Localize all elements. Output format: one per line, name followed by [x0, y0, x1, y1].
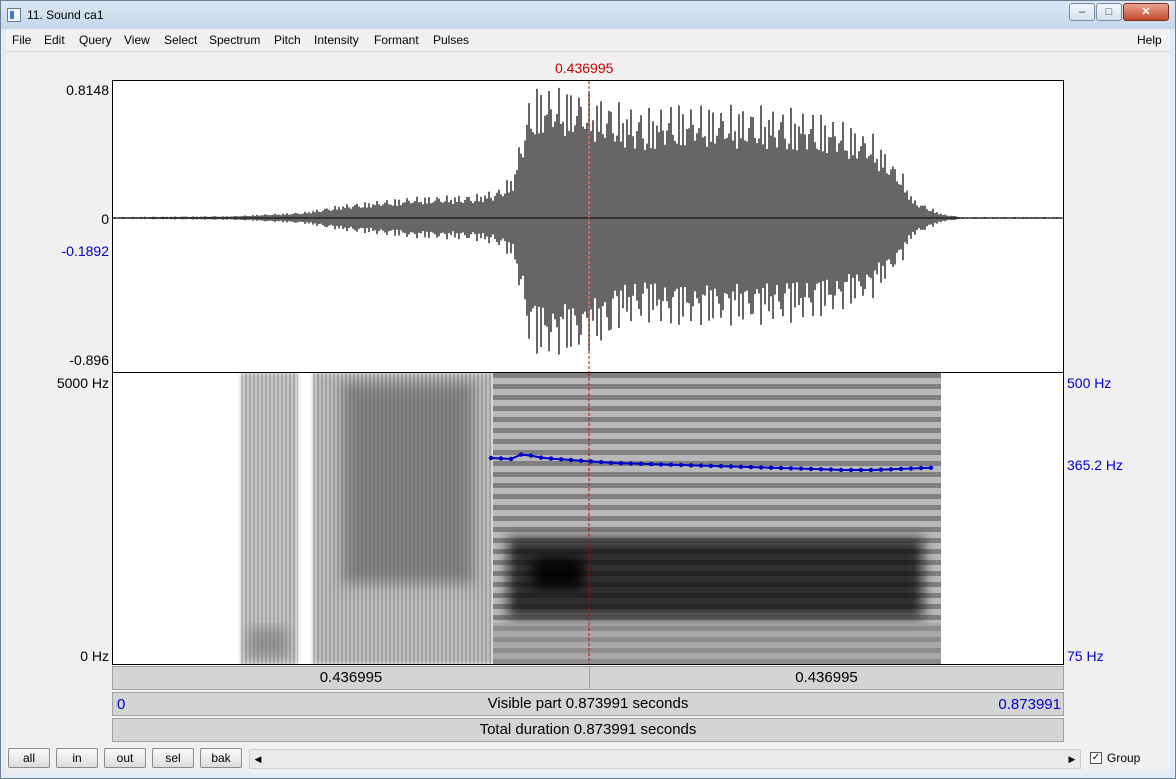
pitch-point: [578, 458, 584, 463]
title-bar: 11. Sound ca1 – □ ✕: [1, 1, 1175, 29]
pitch-point: [838, 467, 844, 473]
pitch-point: [768, 465, 774, 470]
menu-intensity[interactable]: Intensity: [314, 33, 359, 47]
pitch-point: [798, 466, 804, 471]
pitch-y-bottom: 75 Hz: [1067, 648, 1104, 664]
menu-spectrum[interactable]: Spectrum: [209, 33, 260, 47]
pitch-point: [718, 464, 724, 469]
pitch-point: [548, 456, 554, 461]
menu-pulses[interactable]: Pulses: [433, 33, 469, 47]
pitch-point: [688, 463, 694, 468]
pitch-point: [858, 467, 864, 473]
pitch-point: [678, 462, 684, 468]
pitch-point: [908, 466, 914, 471]
visible-part-label: Visible part 0.873991 seconds: [487, 695, 689, 712]
cursor-time-bar[interactable]: 0.436995 0.436995: [112, 666, 1064, 690]
spectrogram-panel[interactable]: [112, 373, 1064, 665]
pitch-point: [868, 467, 874, 473]
waveform-y-zero: 0: [101, 211, 109, 227]
close-button[interactable]: ✕: [1123, 3, 1169, 21]
pitch-point: [878, 467, 884, 472]
pitch-point: [528, 453, 534, 458]
spectrogram-plot: [241, 373, 941, 664]
menu-bar: File Edit Query View Select Spectrum Pit…: [6, 29, 1170, 52]
pitch-point: [538, 455, 544, 460]
app-icon: [7, 8, 21, 22]
spectrogram-y-top: 5000 Hz: [56, 375, 109, 391]
menu-edit[interactable]: Edit: [44, 33, 65, 47]
pitch-point: [498, 456, 504, 461]
pitch-point: [818, 467, 824, 472]
menu-query[interactable]: Query: [79, 33, 112, 47]
pitch-point: [598, 459, 604, 465]
pitch-point: [518, 452, 524, 457]
waveform-panel[interactable]: [112, 80, 1064, 373]
praat-sound-window: 11. Sound ca1 – □ ✕ File Edit Query View…: [0, 0, 1176, 779]
pitch-point: [738, 464, 744, 469]
menu-formant[interactable]: Formant: [374, 33, 419, 47]
pitch-point: [648, 461, 654, 467]
scroll-right-arrow-icon[interactable]: ▶: [1064, 750, 1080, 768]
pitch-point: [628, 461, 634, 466]
pitch-point: [488, 455, 494, 461]
zoom-back-button[interactable]: bak: [200, 748, 242, 768]
spectrogram-y-bottom: 0 Hz: [80, 648, 109, 664]
pitch-point: [848, 467, 854, 473]
waveform-plot: [113, 81, 1063, 372]
zoom-selection-button[interactable]: sel: [152, 748, 194, 768]
pitch-point: [698, 463, 704, 468]
pitch-point: [658, 462, 664, 467]
visible-end: 0.873991: [998, 696, 1061, 713]
pitch-point: [568, 457, 574, 463]
bottom-toolbar: all in out sel bak ◀ ▶ ✓ Group: [6, 744, 1170, 773]
scroll-left-arrow-icon[interactable]: ◀: [250, 750, 266, 768]
group-checkbox[interactable]: ✓: [1090, 752, 1102, 764]
pitch-y-top: 500 Hz: [1067, 375, 1112, 391]
total-duration-bar[interactable]: Total duration 0.873991 seconds: [112, 718, 1064, 742]
group-label: Group: [1107, 751, 1141, 765]
menu-pitch[interactable]: Pitch: [274, 33, 301, 47]
waveform-trace: [113, 87, 1062, 355]
pitch-point: [508, 456, 514, 462]
spectrogram-image: [241, 373, 941, 664]
zoom-all-button[interactable]: all: [8, 748, 50, 768]
pitch-point: [758, 465, 764, 470]
window-title: 11. Sound ca1: [27, 8, 104, 22]
zoom-out-button[interactable]: out: [104, 748, 146, 768]
menu-view[interactable]: View: [124, 33, 150, 47]
pitch-point: [708, 463, 714, 469]
pitch-point: [618, 461, 624, 466]
horizontal-scrollbar[interactable]: ◀ ▶: [249, 749, 1081, 769]
waveform-y-min: -0.896: [69, 352, 109, 368]
time-after-cursor[interactable]: 0.436995: [590, 667, 1063, 689]
waveform-y-max: 0.8148: [66, 82, 109, 98]
pitch-point: [888, 467, 894, 472]
pitch-point: [898, 466, 904, 472]
pitch-point: [928, 465, 934, 470]
pitch-point: [558, 457, 564, 462]
menu-file[interactable]: File: [12, 33, 31, 47]
pitch-point: [808, 466, 814, 472]
zoom-in-button[interactable]: in: [56, 748, 98, 768]
pitch-point: [828, 467, 834, 472]
pitch-point: [788, 466, 794, 471]
pitch-y-cursor: 365.2 Hz: [1067, 457, 1124, 473]
minimize-button[interactable]: –: [1069, 3, 1095, 21]
total-duration-label: Total duration 0.873991 seconds: [479, 721, 697, 738]
pitch-point: [778, 465, 784, 471]
maximize-button[interactable]: □: [1096, 3, 1122, 21]
pitch-point: [748, 464, 754, 470]
menu-select[interactable]: Select: [164, 33, 197, 47]
cursor-time-label: 0.436995: [555, 60, 614, 76]
pitch-point: [638, 461, 644, 466]
menu-help[interactable]: Help: [1137, 33, 1162, 47]
pitch-point: [728, 464, 734, 469]
waveform-y-cursor: -0.1892: [61, 243, 109, 259]
pitch-point: [608, 460, 614, 465]
pitch-point: [918, 465, 924, 471]
time-before-cursor[interactable]: 0.436995: [113, 667, 590, 689]
visible-part-bar[interactable]: 0 Visible part 0.873991 seconds 0.873991: [112, 692, 1064, 716]
editor-client-area: File Edit Query View Select Spectrum Pit…: [6, 29, 1170, 773]
pitch-point: [668, 462, 674, 467]
